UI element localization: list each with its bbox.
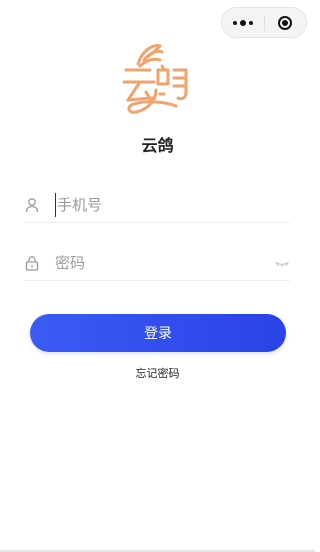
lock-icon <box>24 255 40 271</box>
phone-field <box>24 188 290 223</box>
login-page: 云鸽 登录 忘记密码 <box>0 0 315 552</box>
forgot-password-link[interactable]: 忘记密码 <box>0 365 315 381</box>
more-dot-icon <box>249 20 253 25</box>
phone-input[interactable] <box>55 193 290 217</box>
more-menu-button[interactable] <box>222 8 264 37</box>
login-button[interactable]: 登录 <box>30 314 286 352</box>
password-input[interactable] <box>55 251 268 275</box>
close-miniprogram-button[interactable] <box>265 8 306 37</box>
password-field <box>24 246 290 281</box>
app-name-title: 云鸽 <box>141 136 174 155</box>
target-icon <box>278 15 293 30</box>
eye-closed-icon[interactable] <box>274 255 290 271</box>
more-dot-icon <box>233 20 237 25</box>
miniprogram-capsule <box>221 7 307 38</box>
user-icon <box>24 197 40 213</box>
more-dot-icon <box>240 19 246 26</box>
winged-pigeon-logo-icon <box>122 44 188 114</box>
app-logo <box>116 40 200 124</box>
